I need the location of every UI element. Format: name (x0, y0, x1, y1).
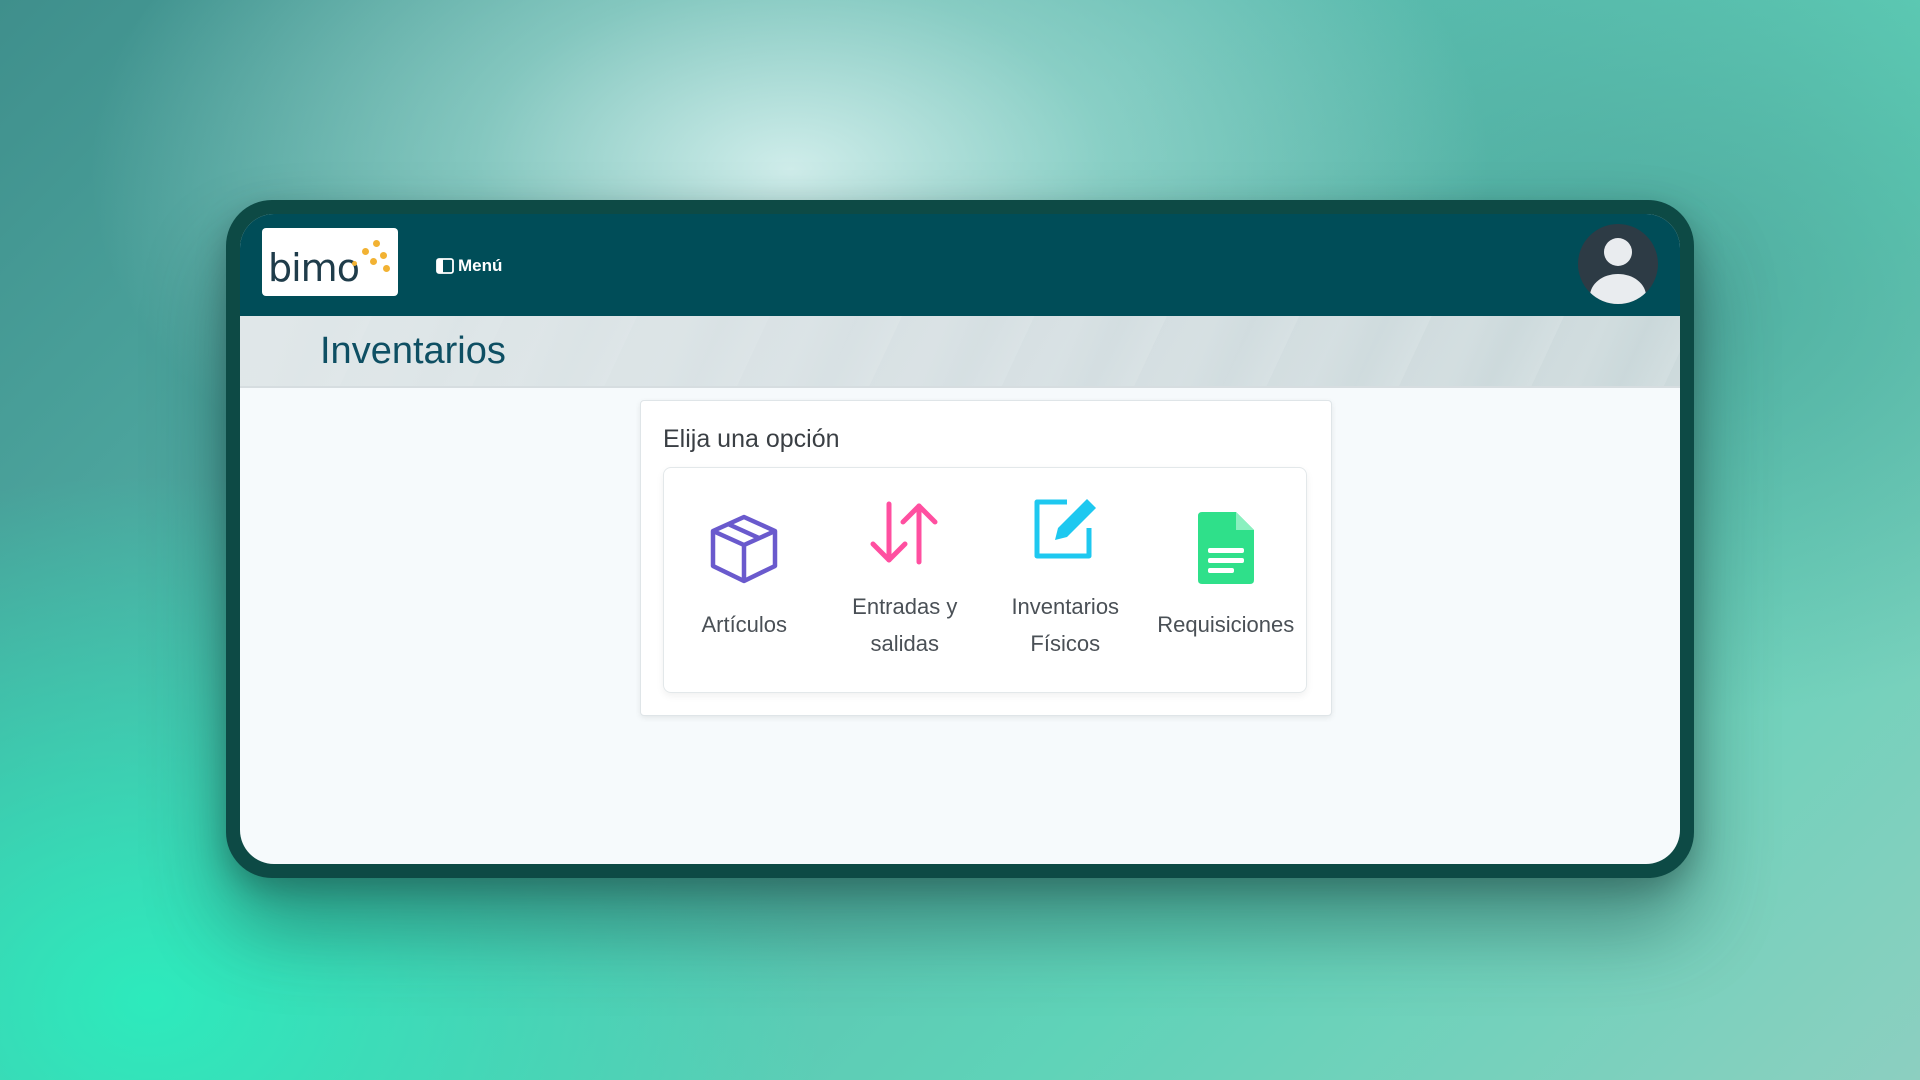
logo-text: bimo (268, 246, 360, 290)
option-label: Entradas y salidas (852, 594, 958, 656)
edit-icon (1034, 499, 1097, 559)
option-inventarios-fisicos[interactable]: Inventarios Físicos (985, 468, 1146, 692)
app-screen: bimo Menú Inventarios Elija una opción A… (240, 214, 1680, 864)
options-card: Elija una opción Artículos Entradas y sa… (640, 400, 1332, 716)
options-grid: Artículos Entradas y salidas Inventarios… (663, 467, 1307, 693)
user-icon (1590, 238, 1646, 304)
menu-toggle-button[interactable]: Menú (436, 254, 502, 278)
option-label: Artículos (701, 612, 788, 637)
transfer-arrows-icon (870, 501, 938, 565)
brand-logo[interactable]: bimo (262, 228, 398, 296)
page-title: Inventarios (320, 330, 506, 372)
device-frame: bimo Menú Inventarios Elija una opción A… (226, 200, 1694, 878)
document-icon (1197, 512, 1254, 584)
user-avatar[interactable] (1578, 224, 1658, 304)
menu-label: Menú (458, 256, 503, 275)
option-label: Inventarios Físicos (1011, 594, 1120, 656)
top-navbar: bimo Menú (240, 214, 1680, 316)
box-icon (711, 514, 778, 584)
card-title: Elija una opción (663, 425, 840, 453)
option-requisiciones[interactable]: Requisiciones (1146, 468, 1307, 692)
option-label: Requisiciones (1157, 612, 1295, 637)
option-entradas-salidas[interactable]: Entradas y salidas (825, 468, 986, 692)
sidebar-toggle-icon (436, 258, 454, 274)
option-articulos[interactable]: Artículos (664, 468, 825, 692)
